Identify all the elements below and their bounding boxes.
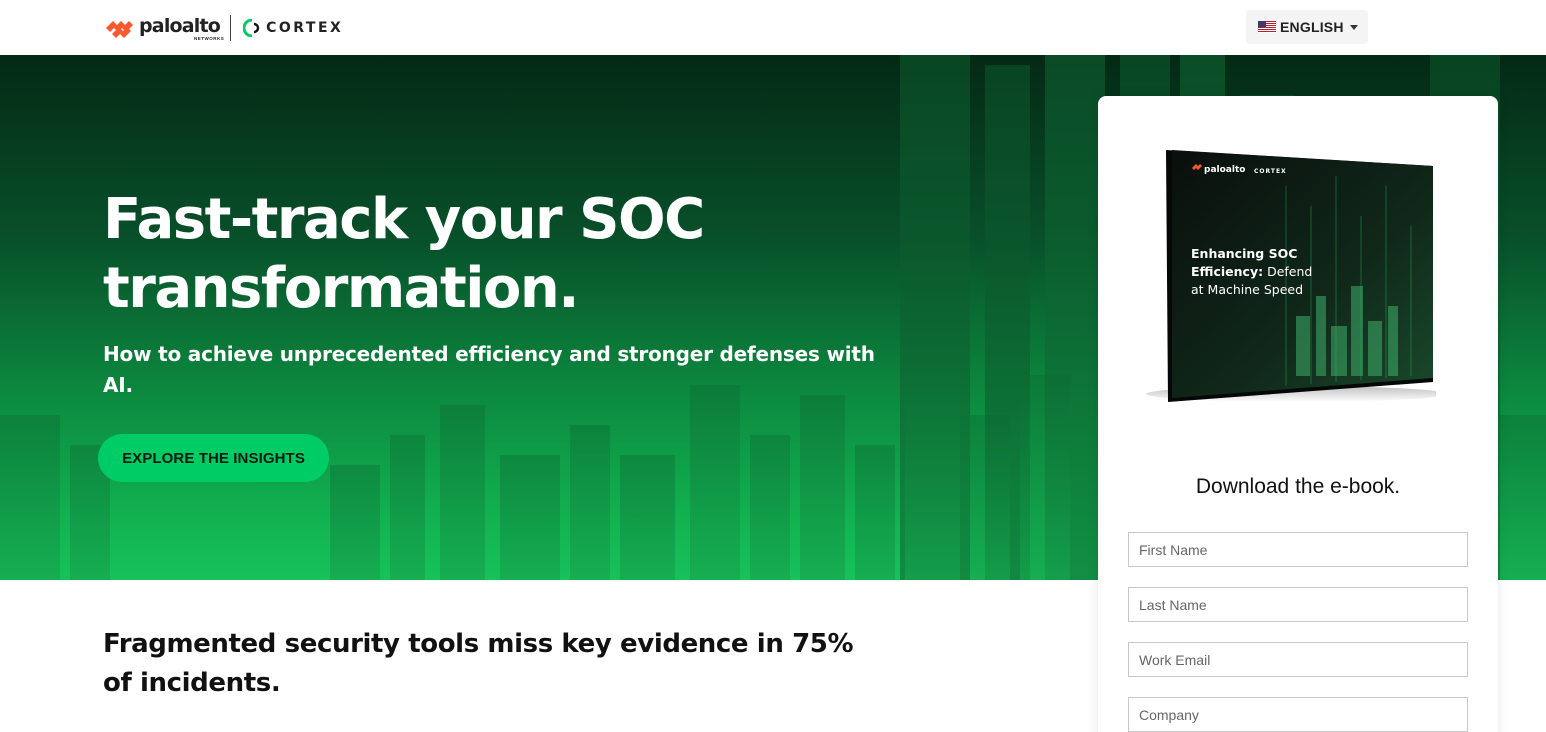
hero-title: Fast-track your SOC transformation. xyxy=(103,187,705,321)
hero-subtitle: How to achieve unprecedented efficiency … xyxy=(103,342,875,397)
ebook-cover-paloalto-text: paloalto xyxy=(1204,165,1245,175)
chevron-down-icon xyxy=(1349,24,1358,30)
company-field[interactable] xyxy=(1128,697,1468,732)
ebook-cover-title-line2: Efficiency: Defend xyxy=(1191,264,1312,279)
ebook-download-form-card: paloalto CORTEX Enhancing SOC Efficiency… xyxy=(1098,96,1498,732)
first-name-field[interactable] xyxy=(1128,532,1468,567)
explore-insights-button[interactable]: EXPLORE THE INSIGHTS xyxy=(98,434,329,482)
work-email-field[interactable] xyxy=(1128,642,1468,677)
ebook-cover-title-line1: Enhancing SOC xyxy=(1191,246,1297,261)
paloalto-wordmark: paloalto xyxy=(139,14,221,37)
language-label: ENGLISH xyxy=(1280,19,1344,35)
paloalto-logo-icon xyxy=(106,21,133,38)
ebook-cover-title-line3: at Machine Speed xyxy=(1191,282,1303,297)
cortex-logo-icon xyxy=(243,19,260,37)
cortex-wordmark: CORTEX xyxy=(266,20,344,36)
ebook-cover-cortex-text: CORTEX xyxy=(1254,168,1287,175)
ebook-cover-image: paloalto CORTEX Enhancing SOC Efficiency… xyxy=(1146,150,1436,402)
language-selector[interactable]: ENGLISH xyxy=(1246,10,1368,44)
section-heading: Fragmented security tools miss key evide… xyxy=(103,629,854,698)
form-heading: Download the e-book. xyxy=(1195,475,1401,498)
logo-divider xyxy=(230,15,232,41)
last-name-field[interactable] xyxy=(1128,587,1468,622)
paloalto-cortex-logo[interactable]: paloalto NETWORKS CORTEX xyxy=(104,14,343,42)
networks-wordmark: NETWORKS xyxy=(194,36,225,41)
site-header: paloalto NETWORKS CORTEX ENGLISH xyxy=(0,0,1546,55)
us-flag-icon xyxy=(1258,21,1276,33)
